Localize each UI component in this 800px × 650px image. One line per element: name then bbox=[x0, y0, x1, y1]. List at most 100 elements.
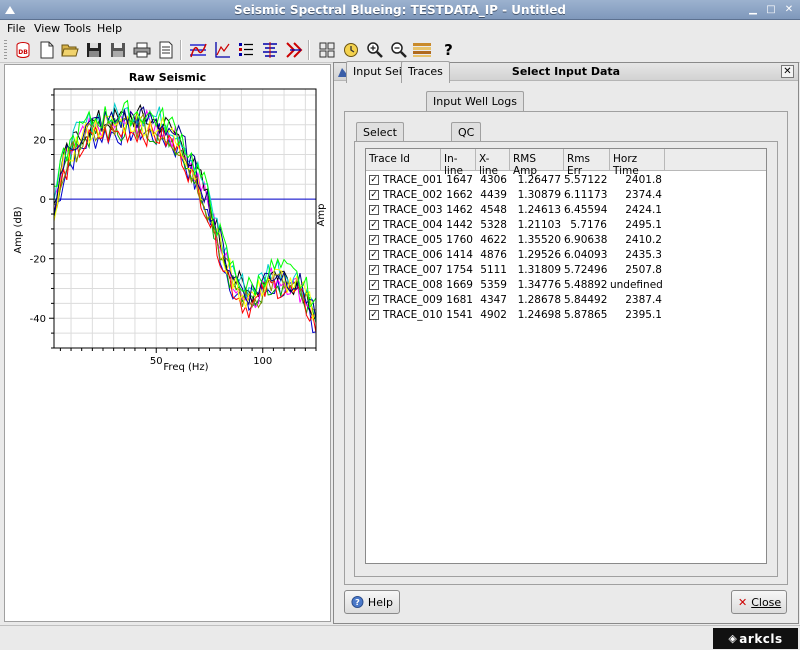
row-checkbox[interactable]: ✓ bbox=[369, 265, 379, 275]
row-checkbox[interactable]: ✓ bbox=[369, 190, 379, 200]
save-as-button[interactable] bbox=[107, 39, 128, 60]
row-checkbox[interactable]: ✓ bbox=[369, 175, 379, 185]
cell-inline: 1462 bbox=[446, 204, 473, 216]
tools-icon bbox=[285, 41, 302, 58]
row-checkbox[interactable]: ✓ bbox=[369, 205, 379, 215]
cell-xline: 4622 bbox=[480, 234, 507, 246]
equalizer-button[interactable] bbox=[259, 39, 280, 60]
menu-tools[interactable]: Tools bbox=[64, 22, 91, 35]
arkcls-logo: ◈ arkcls bbox=[713, 628, 798, 649]
dialog-close-icon[interactable]: ✕ bbox=[781, 65, 794, 78]
svg-text:?: ? bbox=[355, 597, 360, 607]
column-in-line[interactable]: In-line bbox=[441, 149, 476, 177]
cell-rms-amp: 1.28678 bbox=[517, 294, 561, 306]
column-trace-id[interactable]: Trace Id bbox=[366, 149, 441, 171]
table-row[interactable]: ✓ TRACE_001 1647 4306 1.26477 5.57122 2401.8 bbox=[366, 173, 766, 188]
cell-xline: 4347 bbox=[480, 294, 507, 306]
cell-id: TRACE_002 bbox=[383, 189, 443, 201]
layers-button[interactable] bbox=[411, 39, 432, 60]
help-button[interactable]: ? Help bbox=[344, 590, 400, 614]
cell-id: TRACE_003 bbox=[383, 204, 443, 216]
plot-frame bbox=[53, 88, 317, 349]
print-button[interactable] bbox=[131, 39, 152, 60]
refresh-button[interactable] bbox=[340, 39, 361, 60]
tab-qc[interactable]: QC bbox=[451, 122, 482, 142]
cell-rms-err: 5.87865 bbox=[564, 309, 608, 321]
print-icon bbox=[133, 42, 150, 57]
chart-grid bbox=[54, 89, 316, 348]
close-window-button[interactable]: ✕ bbox=[782, 3, 796, 17]
row-checkbox[interactable]: ✓ bbox=[369, 280, 379, 290]
spectrum-icon bbox=[189, 43, 207, 57]
table-row[interactable]: ✓ TRACE_005 1760 4622 1.35520 6.90638 2410.2 bbox=[366, 233, 766, 248]
save-button[interactable] bbox=[83, 39, 104, 60]
table-row[interactable]: ✓ TRACE_008 1669 5359 1.34776 5.48892 undefine… bbox=[366, 278, 766, 293]
column-rms-err[interactable]: Rms Err bbox=[564, 149, 610, 177]
cell-id: TRACE_006 bbox=[383, 249, 443, 261]
grid-button[interactable] bbox=[316, 39, 337, 60]
column-rms-amp[interactable]: RMS Amp bbox=[510, 149, 564, 177]
grid-icon bbox=[319, 42, 334, 57]
row-checkbox[interactable]: ✓ bbox=[369, 220, 379, 230]
tab-input-well-logs[interactable]: Input Well Logs bbox=[426, 91, 524, 111]
table-row[interactable]: ✓ TRACE_002 1662 4439 1.30879 6.11173 2374.4 bbox=[366, 188, 766, 203]
toolbar-handle[interactable] bbox=[4, 40, 7, 60]
cell-rms-amp: 1.24613 bbox=[517, 204, 561, 216]
spectrum-button[interactable] bbox=[187, 39, 208, 60]
cell-inline: 1754 bbox=[446, 264, 473, 276]
close-button[interactable]: ✕ Close bbox=[731, 590, 787, 614]
help-button-toolbar[interactable]: ? bbox=[438, 39, 459, 60]
table-row[interactable]: ✓ TRACE_010 1541 4902 1.24698 5.87865 2395.1 bbox=[366, 308, 766, 323]
menu-file[interactable]: File bbox=[7, 22, 25, 35]
cell-rms-err: 5.57122 bbox=[564, 174, 608, 186]
table-row[interactable]: ✓ TRACE_004 1442 5328 1.21103 5.7176 2495.1 bbox=[366, 218, 766, 233]
cell-horz-time: 2387.4 bbox=[625, 294, 662, 306]
cell-inline: 1760 bbox=[446, 234, 473, 246]
x-axis-label: Freq (Hz) bbox=[163, 362, 208, 373]
row-checkbox[interactable]: ✓ bbox=[369, 235, 379, 245]
cell-horz-time: 2495.1 bbox=[625, 219, 662, 231]
cell-rms-err: 6.11173 bbox=[564, 189, 608, 201]
list-button[interactable] bbox=[235, 39, 256, 60]
column-horz-time[interactable]: Horz Time bbox=[610, 149, 665, 177]
traces-table: Trace Id In-line X-line RMS Amp Rms Err … bbox=[365, 148, 767, 564]
table-row[interactable]: ✓ TRACE_006 1414 4876 1.29526 6.04093 2435.3 bbox=[366, 248, 766, 263]
right-y-axis-label: Amp bbox=[316, 204, 327, 227]
tools-button[interactable] bbox=[283, 39, 304, 60]
database-button[interactable]: DB bbox=[12, 39, 33, 60]
save-icon bbox=[86, 42, 101, 57]
cell-xline: 4439 bbox=[480, 189, 507, 201]
table-row[interactable]: ✓ TRACE_007 1754 5111 1.31809 5.72496 2507.8 bbox=[366, 263, 766, 278]
cell-rms-err: 6.90638 bbox=[564, 234, 608, 246]
toolbar-separator bbox=[308, 40, 310, 60]
chart-axes-icon bbox=[214, 41, 230, 58]
tab-select[interactable]: Select bbox=[356, 122, 404, 142]
new-file-button[interactable] bbox=[36, 39, 57, 60]
cell-xline: 4548 bbox=[480, 204, 507, 216]
chart-axes-button[interactable] bbox=[211, 39, 232, 60]
table-row[interactable]: ✓ TRACE_009 1681 4347 1.28678 5.84492 2387.4 bbox=[366, 293, 766, 308]
document-button[interactable] bbox=[155, 39, 176, 60]
menu-view[interactable]: View bbox=[34, 22, 60, 35]
cell-rms-err: 5.7176 bbox=[570, 219, 607, 231]
column-x-line[interactable]: X-line bbox=[476, 149, 510, 177]
zoom-in-button[interactable] bbox=[364, 39, 385, 60]
save-as-icon bbox=[110, 42, 125, 57]
zoom-out-button[interactable] bbox=[388, 39, 409, 60]
maximize-button[interactable]: □ bbox=[764, 3, 778, 17]
row-checkbox[interactable]: ✓ bbox=[369, 250, 379, 260]
menu-help[interactable]: Help bbox=[97, 22, 122, 35]
menu-bar: File View Tools Help bbox=[0, 20, 800, 37]
tab-traces[interactable]: Traces bbox=[401, 61, 450, 83]
minimize-button[interactable]: ▁ bbox=[746, 3, 760, 17]
new-file-icon bbox=[40, 41, 53, 58]
cell-id: TRACE_001 bbox=[383, 174, 443, 186]
row-checkbox[interactable]: ✓ bbox=[369, 295, 379, 305]
y-tick-label: -40 bbox=[30, 314, 46, 325]
row-checkbox[interactable]: ✓ bbox=[369, 310, 379, 320]
spectrum-chart[interactable]: 50 100 -40 -20 0 20 Freq (Hz) Amp (dB) Amp bbox=[5, 65, 330, 621]
open-folder-icon bbox=[60, 44, 79, 56]
cell-horz-time: 2395.1 bbox=[625, 309, 662, 321]
table-row[interactable]: ✓ TRACE_003 1462 4548 1.24613 6.45594 2424.1 bbox=[366, 203, 766, 218]
open-folder-button[interactable] bbox=[59, 39, 80, 60]
